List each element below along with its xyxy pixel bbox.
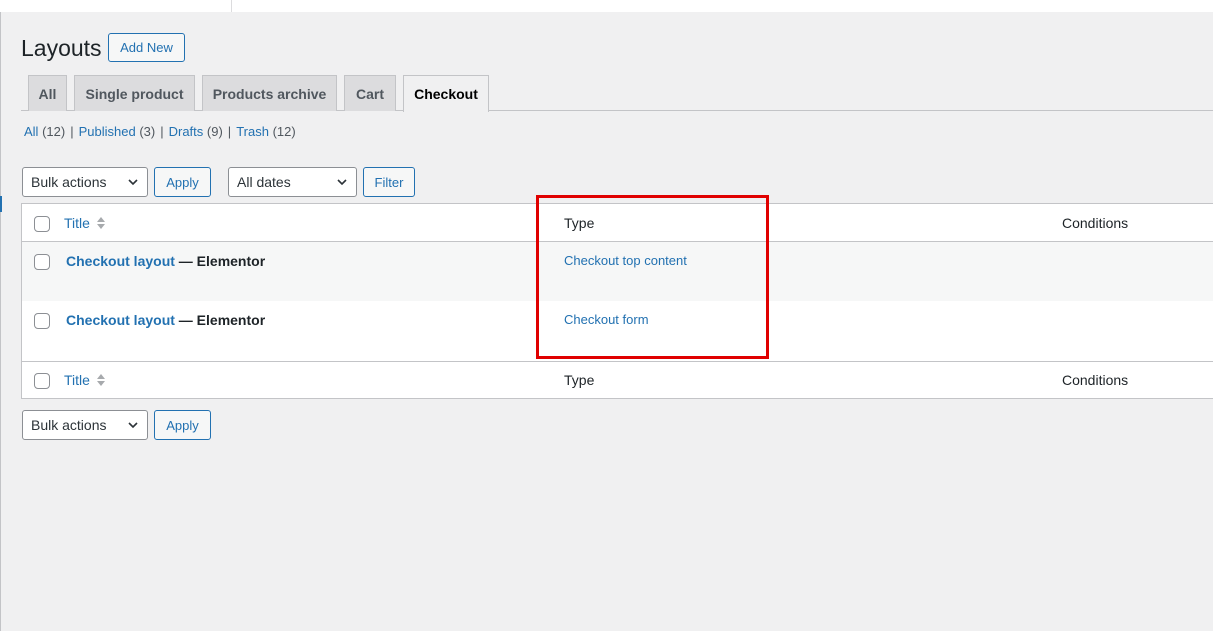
sort-icon <box>96 374 105 386</box>
tabs-baseline <box>21 110 1213 111</box>
view-published-link[interactable]: Published <box>79 124 136 139</box>
view-published-count: (3) <box>139 124 156 139</box>
apply-button[interactable]: Apply <box>154 167 211 197</box>
top-strip <box>0 0 1213 12</box>
row-title-suffix: — Elementor <box>178 312 266 328</box>
left-border <box>0 12 1 631</box>
status-views: All (12) | Published (3) | Drafts (9) | Trash … <box>24 125 296 139</box>
row-title: Checkout layout — Elementor <box>66 253 265 269</box>
tab-products-archive[interactable]: Products archive <box>202 75 337 111</box>
title-column-footer[interactable]: Title <box>64 372 106 388</box>
row-title-suffix: — Elementor <box>178 253 266 269</box>
row-title-link[interactable]: Checkout layout <box>66 312 175 328</box>
view-separator: | <box>227 124 232 139</box>
select-all-checkbox[interactable] <box>34 216 50 232</box>
conditions-column-footer: Conditions <box>1062 372 1129 388</box>
top-divider <box>231 0 232 12</box>
row-type-link[interactable]: Checkout form <box>564 312 649 327</box>
chevron-down-icon <box>128 179 138 186</box>
apply-button-bottom[interactable]: Apply <box>154 410 211 440</box>
table-header-row: Title Type Conditions <box>22 204 1213 242</box>
layouts-table: Title Type Conditions Checkout layout — … <box>21 203 1213 399</box>
view-trash-count: (12) <box>272 124 296 139</box>
filter-button[interactable]: Filter <box>363 167 415 197</box>
row-title-link[interactable]: Checkout layout <box>66 253 175 269</box>
type-column-footer: Type <box>564 372 595 388</box>
row-title: Checkout layout — Elementor <box>66 312 265 328</box>
tab-all[interactable]: All <box>28 75 67 111</box>
view-trash-link[interactable]: Trash <box>236 124 269 139</box>
title-column-label: Title <box>64 215 90 231</box>
bulk-actions-value: Bulk actions <box>31 417 107 433</box>
date-filter-select[interactable]: All dates <box>228 167 357 197</box>
left-indicator <box>0 196 2 212</box>
tab-single-product[interactable]: Single product <box>74 75 195 111</box>
table-row: Checkout layout — Elementor Checkout top… <box>22 242 1213 301</box>
view-drafts-link[interactable]: Drafts <box>169 124 204 139</box>
page-title: Layouts <box>21 35 102 61</box>
tab-checkout[interactable]: Checkout <box>403 75 489 112</box>
chevron-down-icon <box>337 179 347 186</box>
view-separator: | <box>70 124 74 139</box>
add-new-button[interactable]: Add New <box>108 33 185 62</box>
row-type-link[interactable]: Checkout top content <box>564 253 687 268</box>
bulk-actions-select[interactable]: Bulk actions <box>22 167 148 197</box>
row-checkbox[interactable] <box>34 254 50 270</box>
sort-icon <box>96 217 105 229</box>
title-column-header[interactable]: Title <box>64 215 106 231</box>
date-filter-value: All dates <box>237 174 291 190</box>
conditions-column-header: Conditions <box>1062 215 1129 231</box>
view-all-link[interactable]: All <box>24 124 38 139</box>
chevron-down-icon <box>128 422 138 429</box>
type-column-header: Type <box>564 215 595 231</box>
select-all-checkbox-footer[interactable] <box>34 373 50 389</box>
table-footer-row: Title Type Conditions <box>22 361 1213 399</box>
bulk-actions-value: Bulk actions <box>31 174 107 190</box>
title-column-label: Title <box>64 372 90 388</box>
view-drafts-count: (9) <box>206 124 223 139</box>
row-checkbox[interactable] <box>34 313 50 329</box>
view-separator: | <box>160 124 164 139</box>
table-row: Checkout layout — Elementor Checkout for… <box>22 301 1213 361</box>
view-all-count: (12) <box>42 124 66 139</box>
tab-cart[interactable]: Cart <box>344 75 396 111</box>
bulk-actions-select-bottom[interactable]: Bulk actions <box>22 410 148 440</box>
